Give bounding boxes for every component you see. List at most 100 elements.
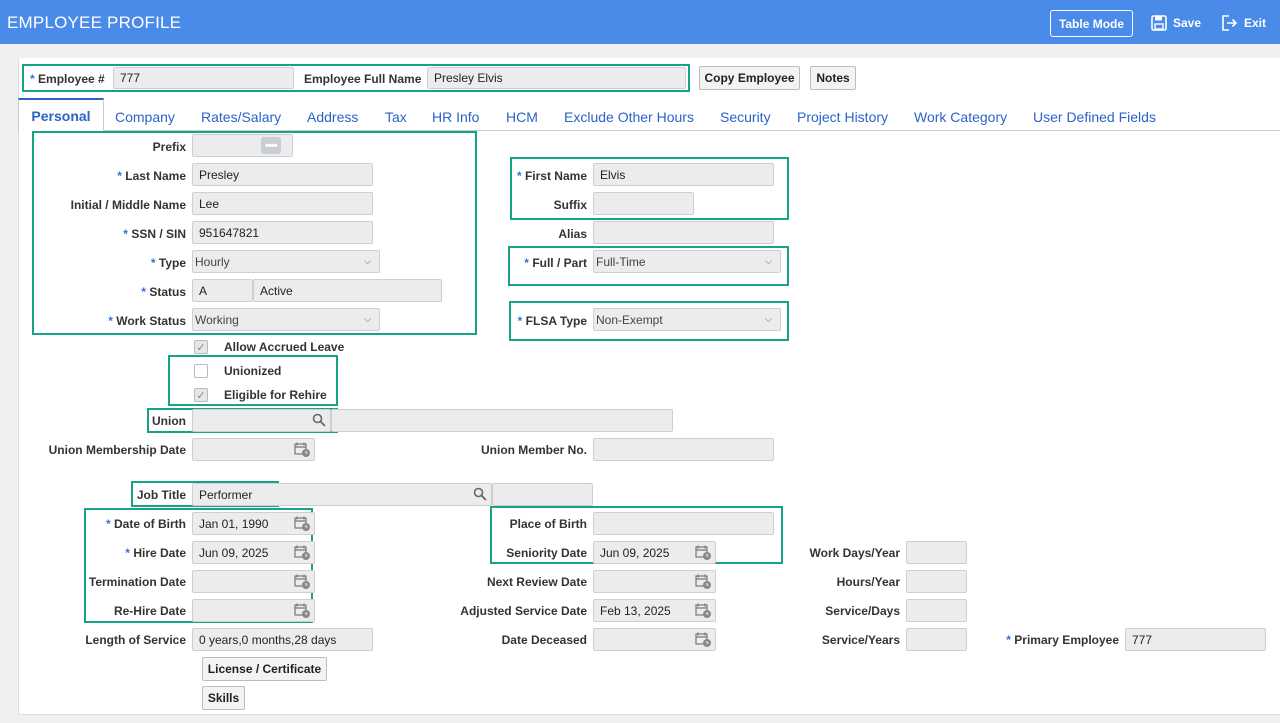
- date-of-birth-label: * Date of Birth: [105, 517, 186, 531]
- ssn-field[interactable]: 951647821: [192, 221, 373, 244]
- union-member-no-field[interactable]: [593, 438, 774, 461]
- union-membership-date-label: Union Membership Date: [48, 443, 186, 457]
- eligible-for-rehire-checkbox[interactable]: ✓: [194, 388, 208, 402]
- work-status-select[interactable]: Working ⌵: [192, 308, 380, 331]
- tab-user-defined-fields[interactable]: User Defined Fields: [1033, 109, 1156, 125]
- save-icon: [1151, 15, 1167, 31]
- calendar-icon[interactable]: [294, 515, 311, 534]
- first-name-label: * First Name: [516, 169, 587, 183]
- calendar-icon[interactable]: [695, 631, 712, 650]
- more-options-icon[interactable]: ••••: [261, 137, 281, 154]
- employee-number-label: * Employee #: [30, 72, 105, 86]
- type-label: * Type: [150, 256, 186, 270]
- tab-personal[interactable]: Personal: [18, 98, 104, 131]
- seniority-date-field[interactable]: Jun 09, 2025: [593, 541, 716, 564]
- middle-name-field[interactable]: Lee: [192, 192, 373, 215]
- rehire-date-field[interactable]: [192, 599, 315, 622]
- date-deceased-label: Date Deceased: [501, 633, 587, 647]
- length-of-service-label: Length of Service: [85, 633, 186, 647]
- full-part-value: Full-Time: [596, 254, 646, 269]
- status-code-field[interactable]: A: [192, 279, 253, 302]
- calendar-icon[interactable]: [695, 573, 712, 592]
- tab-company[interactable]: Company: [115, 109, 175, 125]
- save-button[interactable]: Save: [1151, 15, 1201, 31]
- next-review-date-field[interactable]: [593, 570, 716, 593]
- chevron-down-icon: ⌵: [364, 314, 371, 324]
- job-title-field[interactable]: Performer: [192, 483, 492, 506]
- chevron-down-icon: ⌵: [765, 256, 772, 266]
- service-years-field[interactable]: [906, 628, 967, 651]
- union-description-field[interactable]: [331, 409, 673, 432]
- skills-button[interactable]: Skills: [202, 686, 245, 710]
- work-days-year-label: Work Days/Year: [809, 546, 901, 560]
- calendar-icon[interactable]: [294, 573, 311, 592]
- calendar-icon[interactable]: [294, 602, 311, 621]
- exit-button[interactable]: Exit: [1221, 15, 1266, 31]
- prefix-label: Prefix: [152, 140, 186, 154]
- tab-hr-info[interactable]: HR Info: [432, 109, 479, 125]
- tab-exclude-other-hours[interactable]: Exclude Other Hours: [564, 109, 694, 125]
- service-days-label: Service/Days: [825, 604, 900, 618]
- unionized-checkbox[interactable]: [194, 364, 208, 378]
- suffix-field[interactable]: [593, 192, 694, 215]
- calendar-icon[interactable]: [695, 602, 712, 621]
- unionized-label: Unionized: [224, 364, 282, 378]
- rehire-date-label: Re-Hire Date: [113, 604, 186, 618]
- chevron-down-icon: ⌵: [364, 256, 371, 266]
- tab-rates-salary[interactable]: Rates/Salary: [201, 109, 281, 125]
- search-icon[interactable]: [312, 413, 326, 430]
- calendar-icon[interactable]: [294, 441, 311, 460]
- notes-button[interactable]: Notes: [810, 66, 856, 90]
- seniority-date-value: Jun 09, 2025: [600, 545, 670, 560]
- date-of-birth-field[interactable]: Jan 01, 1990: [192, 512, 315, 535]
- place-of-birth-field[interactable]: [593, 512, 774, 535]
- length-of-service-field: 0 years,0 months,28 days: [192, 628, 373, 651]
- tab-address[interactable]: Address: [307, 109, 358, 125]
- date-deceased-field[interactable]: [593, 628, 716, 651]
- status-description-field[interactable]: Active: [253, 279, 442, 302]
- flsa-type-value: Non-Exempt: [596, 312, 663, 327]
- tab-security[interactable]: Security: [720, 109, 771, 125]
- job-title-extra-field[interactable]: [492, 483, 593, 506]
- hire-date-field[interactable]: Jun 09, 2025: [192, 541, 315, 564]
- employee-number-field[interactable]: 777: [113, 67, 294, 89]
- copy-employee-button[interactable]: Copy Employee: [699, 66, 800, 90]
- work-days-year-field[interactable]: [906, 541, 967, 564]
- tab-work-category[interactable]: Work Category: [914, 109, 1007, 125]
- full-part-label: * Full / Part: [524, 256, 587, 270]
- service-days-field[interactable]: [906, 599, 967, 622]
- alias-field[interactable]: [593, 221, 774, 244]
- search-icon[interactable]: [473, 487, 487, 504]
- seniority-date-label: Seniority Date: [506, 546, 587, 560]
- tab-hcm[interactable]: HCM: [506, 109, 538, 125]
- calendar-icon[interactable]: [294, 544, 311, 563]
- union-membership-date-field[interactable]: [192, 438, 315, 461]
- union-field[interactable]: [192, 409, 331, 432]
- allow-accrued-leave-checkbox[interactable]: ✓: [194, 340, 208, 354]
- job-title-label: Job Title: [136, 488, 186, 502]
- license-certificate-button[interactable]: License / Certificate: [202, 657, 327, 681]
- termination-date-field[interactable]: [192, 570, 315, 593]
- employee-full-name-field[interactable]: Presley Elvis: [427, 67, 686, 89]
- status-label: * Status: [141, 285, 186, 299]
- flsa-type-select[interactable]: Non-Exempt ⌵: [593, 308, 781, 331]
- termination-date-label: Termination Date: [88, 575, 186, 589]
- type-select[interactable]: Hourly ⌵: [192, 250, 380, 273]
- primary-employee-label: * Primary Employee: [1006, 633, 1119, 647]
- ssn-label: * SSN / SIN: [123, 227, 186, 241]
- type-value: Hourly: [195, 254, 230, 269]
- adjusted-service-date-field[interactable]: Feb 13, 2025: [593, 599, 716, 622]
- calendar-icon[interactable]: [695, 544, 712, 563]
- prefix-field[interactable]: ••••: [192, 134, 293, 157]
- tab-tax[interactable]: Tax: [385, 109, 407, 125]
- table-mode-button[interactable]: Table Mode: [1050, 10, 1133, 37]
- tab-project-history[interactable]: Project History: [797, 109, 888, 125]
- hours-year-field[interactable]: [906, 570, 967, 593]
- allow-accrued-leave-label: Allow Accrued Leave: [224, 340, 345, 354]
- primary-employee-field[interactable]: 777: [1125, 628, 1266, 651]
- first-name-field[interactable]: Elvis: [593, 163, 774, 186]
- hours-year-label: Hours/Year: [836, 575, 900, 589]
- last-name-field[interactable]: Presley: [192, 163, 373, 186]
- hire-date-label: * Hire Date: [125, 546, 186, 560]
- full-part-select[interactable]: Full-Time ⌵: [593, 250, 781, 273]
